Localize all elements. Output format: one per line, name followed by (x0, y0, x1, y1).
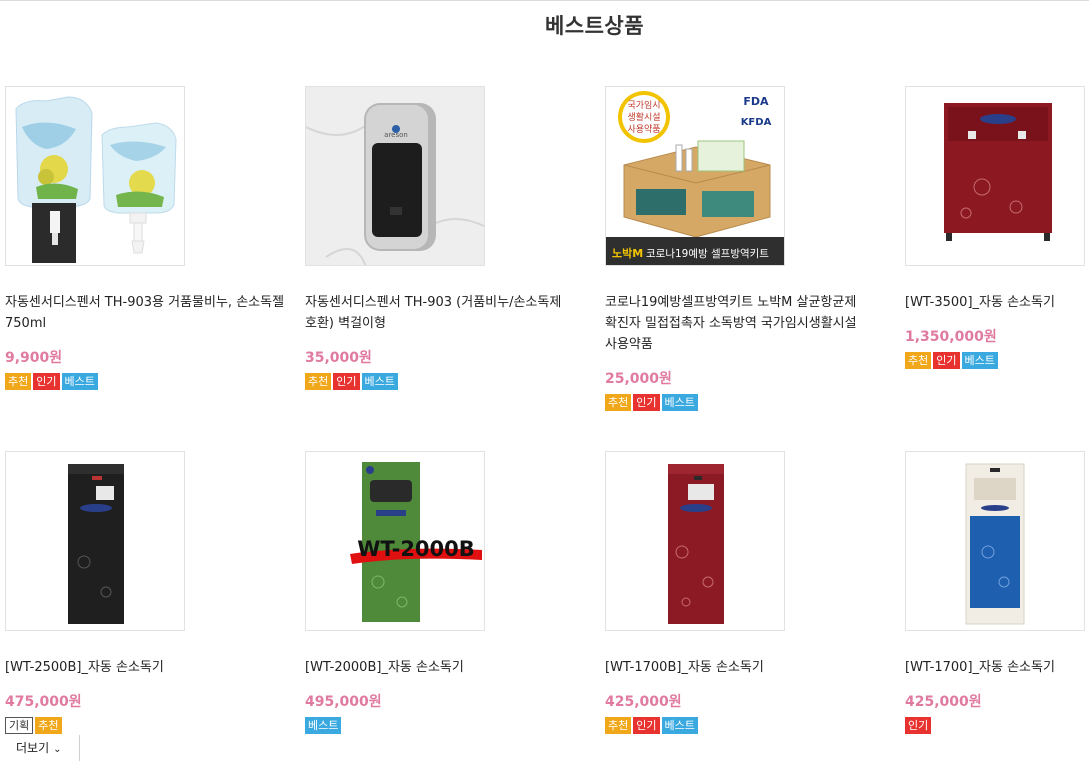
banner-brand: 노박M (612, 246, 643, 260)
product-name[interactable]: 자동센서디스펜서 TH-903 (거품비누/손소독제 호환) 벽걸이형 (305, 292, 585, 334)
product-badges: 추천 인기 베스트 (905, 352, 1089, 370)
product-badges: 추천 인기 베스트 (5, 373, 285, 391)
product-price: 425,000원 (605, 694, 682, 710)
product-name[interactable]: 코로나19예방셀프방역키트 노박M 살균항균제 확진자 밀접접촉자 소독방역 국… (605, 292, 885, 355)
fda-logo: FDA (743, 95, 769, 108)
kfda-logo: KFDA (741, 117, 772, 128)
product-price: 475,000원 (5, 694, 82, 710)
badge-planning: 기획 (5, 717, 34, 734)
stamp-line1: 국가임시 (627, 99, 660, 111)
product-badges: 추천 인기 베스트 (305, 373, 585, 391)
product-price: 425,000원 (905, 694, 982, 710)
badge-popular: 인기 (333, 373, 360, 390)
product-image-prevention-kit[interactable]: 국가임시 생활시설 사용약품 FDA KFDA 노박M 코로나19예방 셀프방역… (605, 86, 785, 266)
product-name[interactable]: [WT-1700B]_자동 손소독기 (605, 657, 885, 678)
product-card[interactable]: 국가임시 생활시설 사용약품 FDA KFDA 노박M 코로나19예방 셀프방역… (605, 86, 885, 412)
product-card[interactable]: [WT-1700]_자동 손소독기 425,000원 인기 (905, 451, 1089, 735)
more-button-label: 더보기 (16, 741, 50, 755)
stamp-line2: 생활시설 (627, 111, 660, 123)
badge-best: 베스트 (305, 717, 342, 734)
product-image-wt1700b[interactable] (605, 451, 785, 631)
brand-text: areson (384, 131, 408, 139)
badge-recommend: 추천 (605, 717, 632, 734)
badge-recommend: 추천 (5, 373, 32, 390)
product-card[interactable]: WT-2000B [WT-2000B]_자동 손소독기 495,000원 베스트 (305, 451, 585, 735)
badge-recommend: 추천 (35, 717, 62, 734)
product-badges: 추천 인기 베스트 (605, 394, 885, 412)
badge-popular: 인기 (933, 352, 960, 369)
badge-popular: 인기 (633, 717, 660, 734)
product-image-wt1700[interactable] (905, 451, 1085, 631)
badge-best: 베스트 (61, 373, 98, 390)
product-price: 25,000원 (605, 371, 672, 387)
badge-popular: 인기 (633, 394, 660, 411)
badge-recommend: 추천 (305, 373, 332, 390)
badge-best: 베스트 (361, 373, 398, 390)
stamp-line3: 사용약품 (627, 123, 660, 135)
product-price: 1,350,000원 (905, 329, 997, 345)
badge-popular: 인기 (905, 717, 932, 734)
product-name[interactable]: [WT-2500B]_자동 손소독기 (5, 657, 285, 678)
product-name[interactable]: [WT-3500]_자동 손소독기 (905, 292, 1089, 313)
chevron-down-icon: ⌄ (53, 744, 62, 755)
product-badges: 기획 추천 (5, 717, 285, 735)
badge-recommend: 추천 (905, 352, 932, 369)
badge-recommend: 추천 (605, 394, 632, 411)
badge-best: 베스트 (961, 352, 998, 369)
badge-best: 베스트 (661, 394, 698, 411)
product-name[interactable]: [WT-1700]_자동 손소독기 (905, 657, 1089, 678)
product-badges: 추천 인기 베스트 (605, 717, 885, 735)
product-image-soap-refill[interactable] (5, 86, 185, 266)
product-card[interactable]: [WT-3500]_자동 손소독기 1,350,000원 추천 인기 베스트 (905, 86, 1089, 370)
banner-text: 코로나19예방 셀프방역키트 (646, 247, 769, 260)
model-text: WT-2000B (357, 537, 475, 561)
product-card[interactable]: 자동센서디스펜서 TH-903용 거품물비누, 손소독젤 750ml 9,900… (5, 86, 285, 391)
top-divider (0, 0, 1089, 1)
product-image-wt2000b[interactable]: WT-2000B (305, 451, 485, 631)
badge-popular: 인기 (33, 373, 60, 390)
product-name[interactable]: 자동센서디스펜서 TH-903용 거품물비누, 손소독젤 750ml (5, 292, 285, 334)
product-image-wt3500[interactable] (905, 86, 1085, 266)
product-name[interactable]: [WT-2000B]_자동 손소독기 (305, 657, 585, 678)
product-badges: 인기 (905, 717, 1089, 735)
product-card[interactable]: areson 자동센서디스펜서 TH-903 (거품비누/손소독제 호환) 벽걸… (305, 86, 585, 391)
badge-best: 베스트 (661, 717, 698, 734)
product-image-wt2500b[interactable] (5, 451, 185, 631)
product-image-wall-dispenser[interactable]: areson (305, 86, 485, 266)
product-price: 495,000원 (305, 694, 382, 710)
product-badges: 베스트 (305, 717, 585, 735)
product-card[interactable]: [WT-1700B]_자동 손소독기 425,000원 추천 인기 베스트 (605, 451, 885, 735)
product-price: 35,000원 (305, 350, 372, 366)
more-button[interactable]: 더보기 ⌄ (6, 735, 80, 761)
product-price: 9,900원 (5, 350, 63, 366)
section-title: 베스트상품 (544, 14, 645, 38)
product-card[interactable]: [WT-2500B]_자동 손소독기 475,000원 기획 추천 (5, 451, 285, 735)
